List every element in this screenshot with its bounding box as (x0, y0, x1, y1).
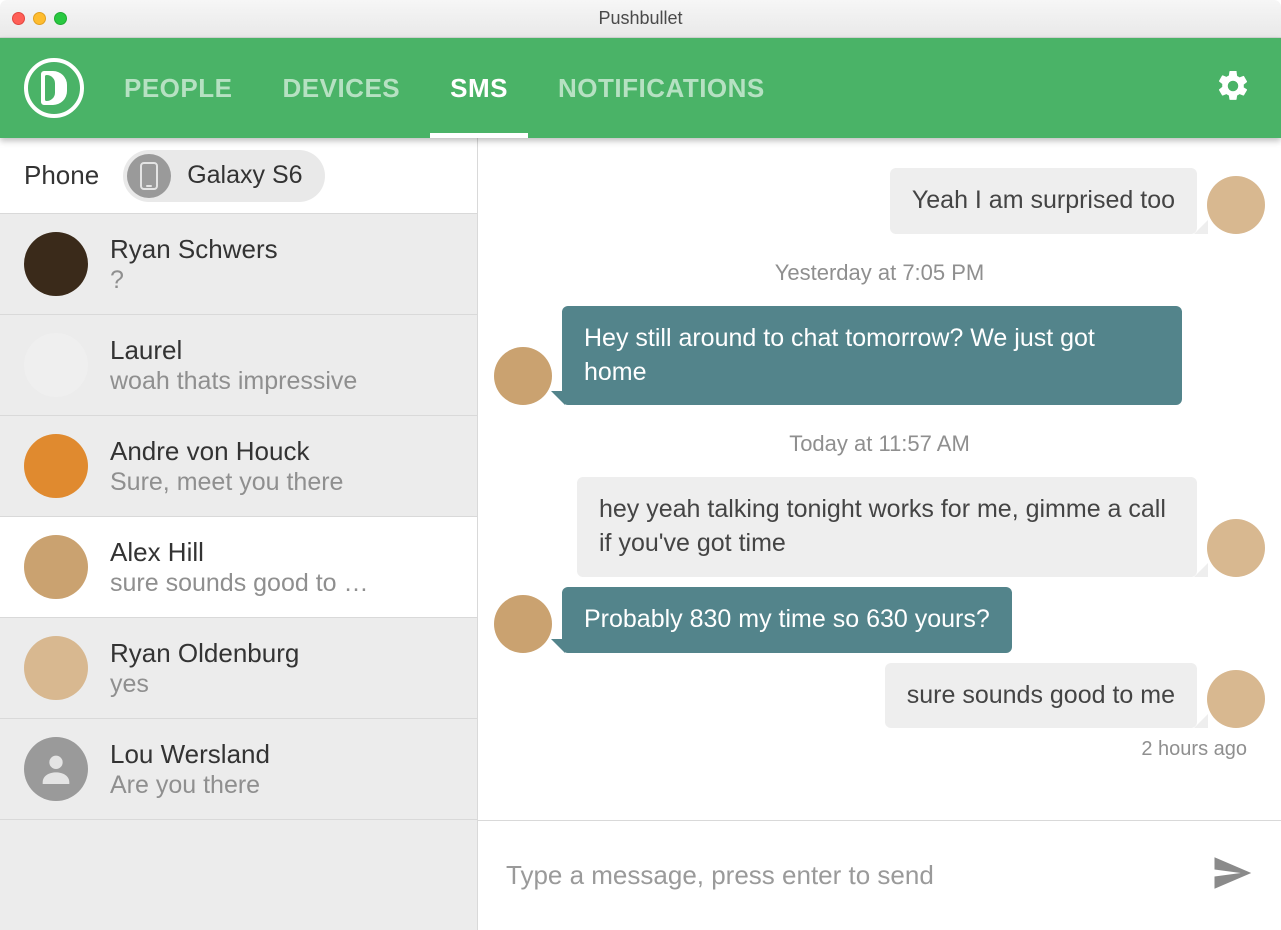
message-list[interactable]: Yeah I am surprised too Yesterday at 7:05… (478, 138, 1281, 820)
last-timestamp: 2 hours ago (494, 738, 1247, 761)
conversation-name: Laurel (110, 334, 453, 368)
send-button[interactable] (1211, 852, 1253, 899)
conversation-list[interactable]: Ryan Schwers?Laurelwoah thats impressive… (0, 214, 477, 930)
tab-sms[interactable]: SMS (450, 38, 508, 138)
nav-tabs: PEOPLE DEVICES SMS NOTIFICATIONS (124, 38, 765, 138)
message-outgoing: sure sounds good to me (885, 663, 1197, 729)
conversation-preview: sure sounds good to … (110, 569, 453, 598)
app-header: PEOPLE DEVICES SMS NOTIFICATIONS (0, 38, 1281, 138)
sidebar: Phone Galaxy S6 Ryan Schwers?Laurelwoah … (0, 138, 478, 930)
conversation-name: Ryan Schwers (110, 233, 453, 267)
time-separator: Today at 11:57 AM (494, 431, 1265, 457)
tab-notifications[interactable]: NOTIFICATIONS (558, 38, 765, 138)
app-body: Phone Galaxy S6 Ryan Schwers?Laurelwoah … (0, 138, 1281, 930)
pushbullet-icon (41, 71, 67, 105)
conversation-preview: Sure, meet you there (110, 468, 453, 497)
avatar (494, 347, 552, 405)
settings-button[interactable] (1215, 68, 1251, 109)
avatar (1207, 519, 1265, 577)
conversation-preview: woah thats impressive (110, 367, 453, 396)
phone-icon (127, 154, 171, 198)
conversation-item[interactable]: Ryan Oldenburgyes (0, 618, 477, 719)
gear-icon (1215, 68, 1251, 104)
titlebar: Pushbullet (0, 0, 1281, 38)
avatar (24, 535, 88, 599)
message-incoming: Probably 830 my time so 630 yours? (562, 587, 1012, 653)
phone-label: Phone (24, 160, 99, 191)
avatar (1207, 176, 1265, 234)
device-selector[interactable]: Galaxy S6 (123, 150, 324, 202)
avatar (24, 636, 88, 700)
avatar (24, 232, 88, 296)
conversation-preview: Are you there (110, 771, 453, 800)
conversation-item[interactable]: Alex Hillsure sounds good to … (0, 517, 477, 618)
time-separator: Yesterday at 7:05 PM (494, 260, 1265, 286)
message-outgoing: Yeah I am surprised too (890, 168, 1197, 234)
message-input[interactable] (506, 860, 1191, 891)
composer (478, 820, 1281, 930)
message-incoming: Hey still around to chat tomorrow? We ju… (562, 306, 1182, 406)
conversation-item[interactable]: Ryan Schwers? (0, 214, 477, 315)
conversation-preview: yes (110, 670, 453, 699)
message-row: hey yeah talking tonight works for me, g… (494, 477, 1265, 577)
message-row: Yeah I am surprised too (494, 168, 1265, 234)
device-name: Galaxy S6 (187, 161, 302, 190)
message-row: Hey still around to chat tomorrow? We ju… (494, 306, 1265, 406)
conversation-name: Andre von Houck (110, 435, 453, 469)
conversation-item[interactable]: Andre von HouckSure, meet you there (0, 416, 477, 517)
chat-pane: Yeah I am surprised too Yesterday at 7:05… (478, 138, 1281, 930)
message-row: sure sounds good to me (494, 663, 1265, 729)
avatar (24, 434, 88, 498)
message-row: Probably 830 my time so 630 yours? (494, 587, 1265, 653)
avatar (24, 737, 88, 801)
conversation-item[interactable]: Lou WerslandAre you there (0, 719, 477, 820)
app-window: Pushbullet PEOPLE DEVICES SMS NOTIFICATI… (0, 0, 1281, 930)
conversation-name: Alex Hill (110, 536, 453, 570)
avatar (1207, 670, 1265, 728)
conversation-preview: ? (110, 266, 453, 295)
conversation-name: Lou Wersland (110, 738, 453, 772)
avatar (24, 333, 88, 397)
app-logo[interactable] (24, 58, 84, 118)
tab-devices[interactable]: DEVICES (282, 38, 400, 138)
device-selector-row: Phone Galaxy S6 (0, 138, 477, 214)
message-outgoing: hey yeah talking tonight works for me, g… (577, 477, 1197, 577)
send-icon (1211, 852, 1253, 894)
tab-people[interactable]: PEOPLE (124, 38, 232, 138)
conversation-name: Ryan Oldenburg (110, 637, 453, 671)
conversation-item[interactable]: Laurelwoah thats impressive (0, 315, 477, 416)
window-title: Pushbullet (0, 8, 1281, 29)
avatar (494, 595, 552, 653)
